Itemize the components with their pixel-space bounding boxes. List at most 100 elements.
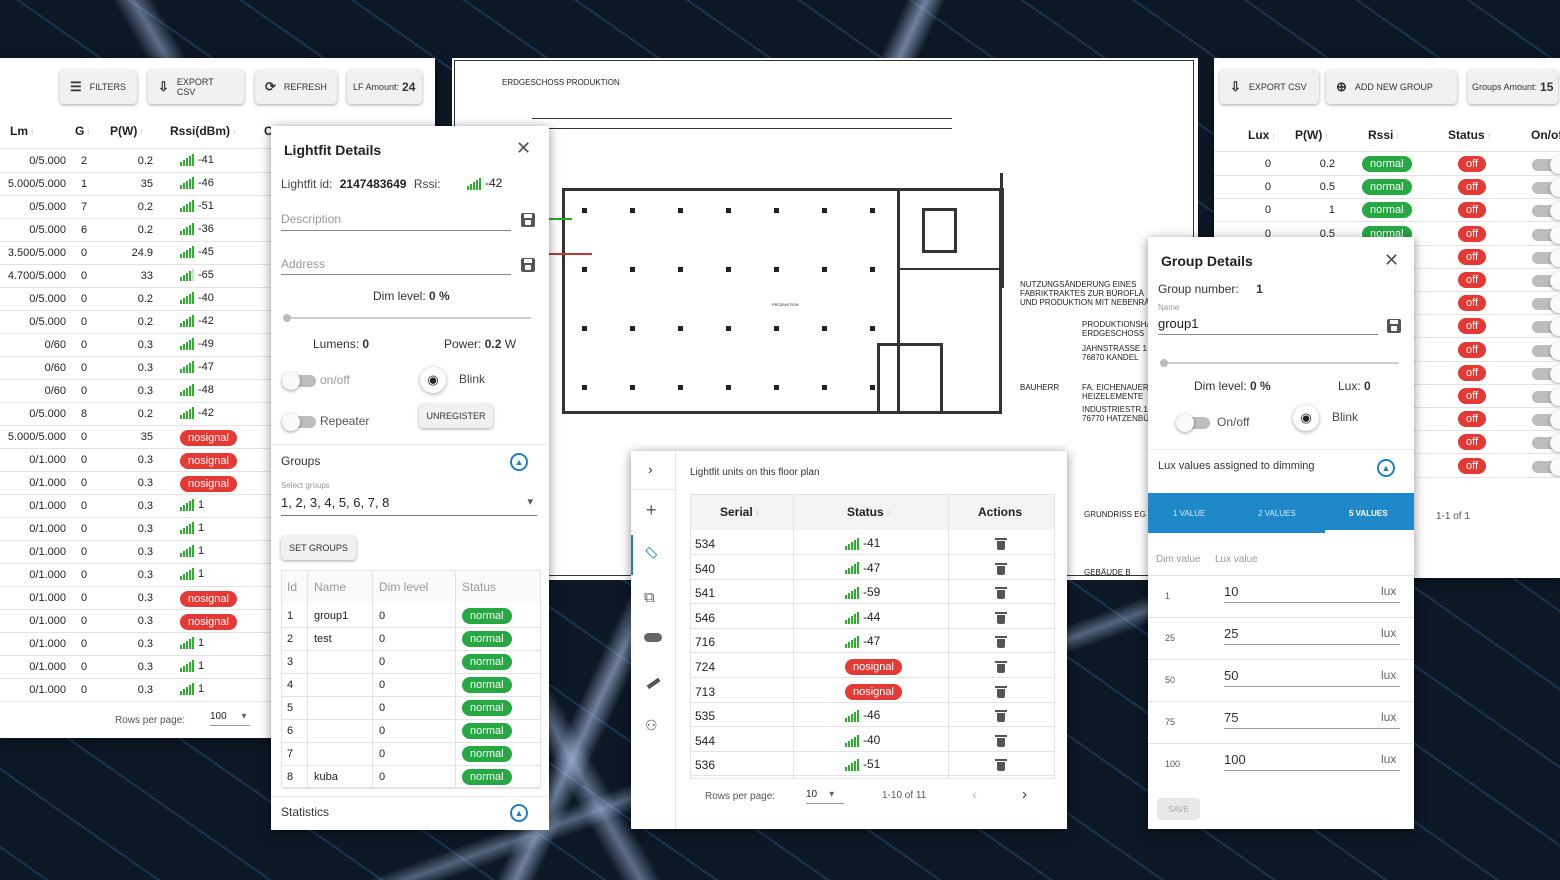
fixture-marker[interactable] [582, 208, 587, 213]
onoff-toggle[interactable] [1532, 272, 1560, 290]
save-button[interactable]: SAVE [1157, 798, 1200, 820]
repeater-toggle[interactable] [282, 413, 316, 431]
delete-icon[interactable] [995, 611, 1007, 624]
collapse-lux-icon[interactable]: ▲ [1377, 459, 1395, 477]
fixture-marker[interactable] [582, 267, 587, 272]
collapse-groups-icon[interactable]: ▲ [510, 453, 528, 471]
table-row[interactable]: 0 0.2 normal off [1214, 153, 1560, 176]
onoff-toggle[interactable] [1532, 202, 1560, 221]
onoff-toggle[interactable] [1532, 248, 1560, 267]
fixture-marker[interactable] [774, 267, 779, 272]
onoff-toggle[interactable] [1532, 156, 1560, 174]
chevron-right-icon[interactable]: › [648, 461, 653, 477]
fixture-marker[interactable] [870, 208, 875, 213]
table-row[interactable]: 2 test 0 normal [282, 628, 540, 651]
fixture-marker[interactable] [870, 326, 875, 331]
fixture-marker[interactable] [726, 326, 731, 331]
save-description-icon[interactable] [521, 213, 535, 227]
onoff-toggle[interactable] [1532, 388, 1560, 406]
address-field[interactable]: Address [281, 257, 325, 271]
unregister-button[interactable]: UNREGISTER [419, 404, 493, 428]
onoff-toggle[interactable] [1532, 434, 1560, 453]
fixture-marker[interactable] [582, 385, 587, 390]
table-row[interactable]: 546 -44 [691, 605, 1054, 629]
fixture-marker[interactable] [774, 326, 779, 331]
filters-button[interactable]: ☰ FILTERS [60, 70, 137, 104]
table-row[interactable]: 4 0 normal [282, 674, 540, 697]
onoff-toggle[interactable] [1532, 457, 1560, 476]
measure-icon[interactable]: ▬ [642, 670, 663, 691]
fixture-marker[interactable] [726, 267, 731, 272]
table-row[interactable]: 716 -47 [691, 629, 1054, 654]
fixture-marker[interactable] [822, 385, 827, 390]
lux-value-input[interactable]: 50 [1224, 668, 1238, 683]
table-row[interactable]: 724 nosignal [691, 654, 1054, 678]
column-header-rssi[interactable]: Rssi ↑ [1368, 128, 1400, 142]
fixture-marker[interactable] [822, 208, 827, 213]
table-row[interactable]: 7 0 normal [282, 743, 540, 766]
collapse-statistics-icon[interactable]: ▲ [510, 804, 528, 822]
table-row[interactable]: 6 0 normal [282, 720, 540, 743]
prev-page-icon[interactable]: ‹ [972, 786, 977, 803]
table-row[interactable]: 534 -41 [691, 531, 1054, 555]
tab-5-values[interactable]: 5 VALUES [1349, 509, 1388, 518]
fixture-marker[interactable] [774, 385, 779, 390]
fixture-marker[interactable] [630, 267, 635, 272]
column-header-g[interactable]: G ↑ [75, 124, 91, 138]
table-row[interactable]: 540 -47 [691, 556, 1054, 580]
rows-per-page-select[interactable]: 100 ▾ [210, 711, 250, 726]
column-header-serial[interactable]: Serial ↑ [720, 505, 759, 519]
close-icon[interactable]: ✕ [1384, 250, 1399, 271]
delete-icon[interactable] [995, 538, 1007, 550]
save-name-icon[interactable] [1387, 319, 1401, 333]
fixture-marker[interactable] [726, 385, 731, 390]
fixture-marker[interactable] [678, 385, 683, 390]
export-csv-button[interactable]: ⇩ EXPORT CSV [1220, 70, 1319, 104]
onoff-toggle[interactable] [1532, 179, 1560, 198]
fixture-marker[interactable] [630, 326, 635, 331]
table-row[interactable]: 544 -40 [691, 728, 1054, 752]
description-field[interactable]: Description [281, 212, 341, 226]
group-blink-button[interactable]: ◉ [1293, 405, 1319, 431]
set-groups-button[interactable]: SET GROUPS [281, 536, 356, 560]
close-icon[interactable]: ✕ [516, 138, 531, 159]
fixture-marker[interactable] [870, 267, 875, 272]
dim-slider[interactable] [283, 314, 531, 322]
refresh-button[interactable]: ⟳ REFRESH [255, 70, 337, 104]
fixture-marker[interactable] [822, 326, 827, 331]
column-header-lux[interactable]: Lux ↑ [1248, 128, 1276, 142]
group-onoff-toggle[interactable] [1176, 414, 1210, 432]
delete-icon[interactable] [995, 759, 1007, 772]
table-row[interactable]: 713 nosignal [691, 679, 1054, 703]
fixture-marker[interactable] [726, 208, 731, 213]
onoff-toggle[interactable] [1532, 225, 1560, 244]
fixture-marker[interactable] [870, 385, 875, 390]
toggle-icon[interactable] [644, 633, 662, 642]
onoff-toggle[interactable] [282, 372, 316, 390]
delete-icon[interactable] [995, 587, 1007, 600]
column-header-pw[interactable]: P(W) ↑ [1295, 128, 1329, 142]
fixture-marker[interactable] [678, 208, 683, 213]
delete-icon[interactable] [995, 636, 1007, 649]
lightbulb-icon[interactable]: ⚇ [645, 717, 658, 734]
fixture-marker[interactable] [678, 326, 683, 331]
tab-1-value[interactable]: 1 VALUE [1173, 509, 1205, 518]
table-row[interactable]: 0 0.5 normal off [1214, 176, 1560, 200]
blink-button[interactable]: ◉ [420, 367, 446, 393]
lux-value-input[interactable]: 25 [1224, 626, 1238, 641]
delete-icon[interactable] [995, 562, 1007, 575]
table-row[interactable]: 1 group1 0 normal [282, 605, 540, 628]
table-row[interactable]: 535 -46 [691, 703, 1054, 728]
group-name-input[interactable]: group1 [1158, 316, 1198, 331]
delete-icon[interactable] [995, 661, 1007, 673]
lux-value-input[interactable]: 10 [1224, 584, 1238, 599]
column-header-lm[interactable]: Lm ↑ [10, 124, 35, 138]
delete-icon[interactable] [995, 710, 1007, 723]
lux-value-input[interactable]: 100 [1224, 752, 1246, 767]
column-header-rssi[interactable]: Rssi(dBm) ↑ [170, 124, 237, 138]
table-row[interactable]: 0 1 normal off [1214, 199, 1560, 223]
fixture-marker[interactable] [630, 208, 635, 213]
select-groups-dropdown[interactable]: 1, 2, 3, 4, 5, 6, 7, 8 ▾ [281, 495, 537, 516]
ruler-icon[interactable]: ▭ [641, 541, 664, 563]
fixture-marker[interactable] [630, 385, 635, 390]
